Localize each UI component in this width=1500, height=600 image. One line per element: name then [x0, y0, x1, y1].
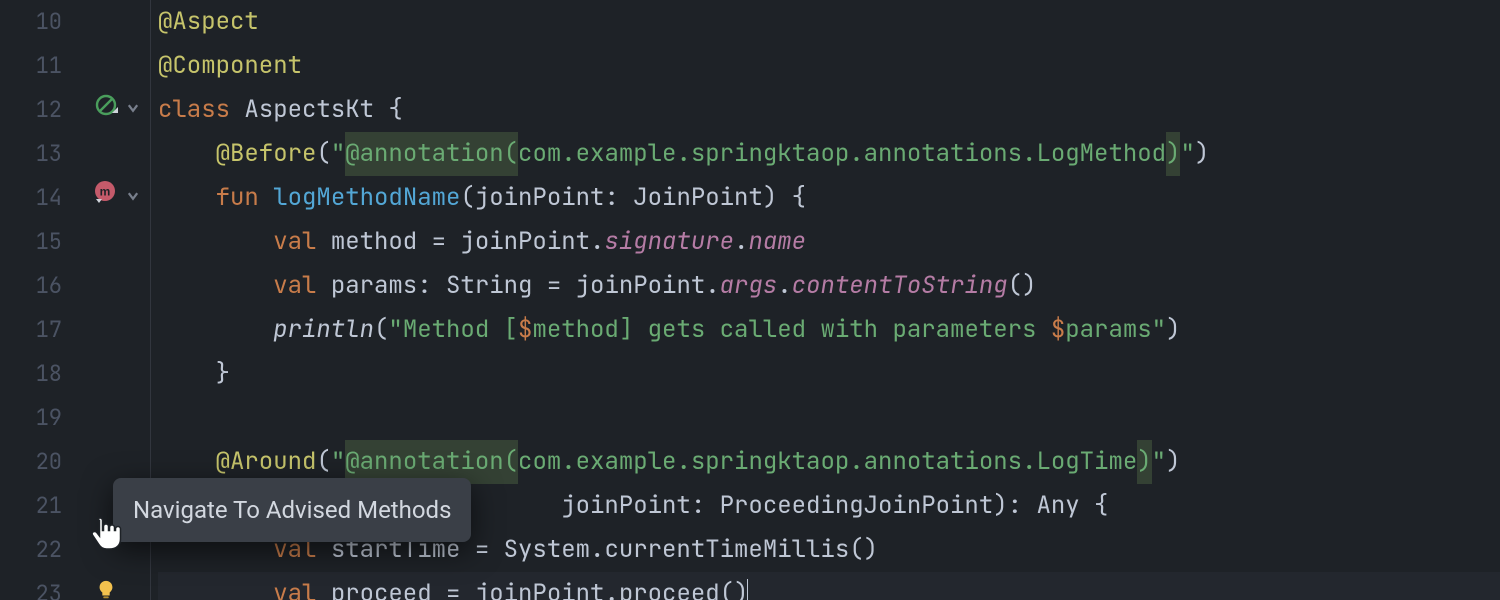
line-number: 23	[0, 572, 62, 600]
line-number: 21	[0, 484, 62, 528]
line-number: 22	[0, 528, 62, 572]
code-line[interactable]: val proceed = joinPoint.proceed()	[158, 572, 1500, 600]
text-caret	[747, 579, 748, 600]
line-number: 10	[0, 0, 62, 44]
line-number: 20	[0, 440, 62, 484]
code-line[interactable]: @Component	[158, 44, 1500, 88]
no-usages-icon[interactable]	[94, 88, 118, 132]
intention-bulb-icon[interactable]	[95, 572, 117, 600]
line-number: 14	[0, 176, 62, 220]
code-line[interactable]: println("Method [$method] gets called wi…	[158, 308, 1500, 352]
line-number: 11	[0, 44, 62, 88]
aop-navigate-icon[interactable]: m	[92, 176, 118, 220]
code-line[interactable]: @Aspect	[158, 0, 1500, 44]
pointer-cursor-icon	[88, 514, 122, 569]
line-number: 17	[0, 308, 62, 352]
line-number: 12	[0, 88, 62, 132]
tooltip-text: Navigate To Advised Methods	[133, 496, 451, 524]
fold-toggle-icon[interactable]	[124, 176, 142, 220]
line-number: 19	[0, 396, 62, 440]
code-line[interactable]: @Before("@annotation(com.example.springk…	[158, 132, 1500, 176]
code-line[interactable]: class AspectsKt {	[158, 88, 1500, 132]
line-number: 18	[0, 352, 62, 396]
code-line[interactable]: val params: String = joinPoint.args.cont…	[158, 264, 1500, 308]
line-number: 16	[0, 264, 62, 308]
code-line[interactable]: val method = joinPoint.signature.name	[158, 220, 1500, 264]
fold-toggle-icon[interactable]	[124, 88, 142, 132]
code-editor[interactable]: 10 11 12 13 14 m	[0, 0, 1500, 600]
code-line[interactable]	[158, 396, 1500, 440]
gutter-tooltip: Navigate To Advised Methods	[113, 478, 471, 542]
code-line[interactable]: }	[158, 352, 1500, 396]
svg-text:m: m	[100, 185, 111, 199]
line-number: 15	[0, 220, 62, 264]
code-line[interactable]: fun logMethodName(joinPoint: JoinPoint) …	[158, 176, 1500, 220]
line-number: 13	[0, 132, 62, 176]
